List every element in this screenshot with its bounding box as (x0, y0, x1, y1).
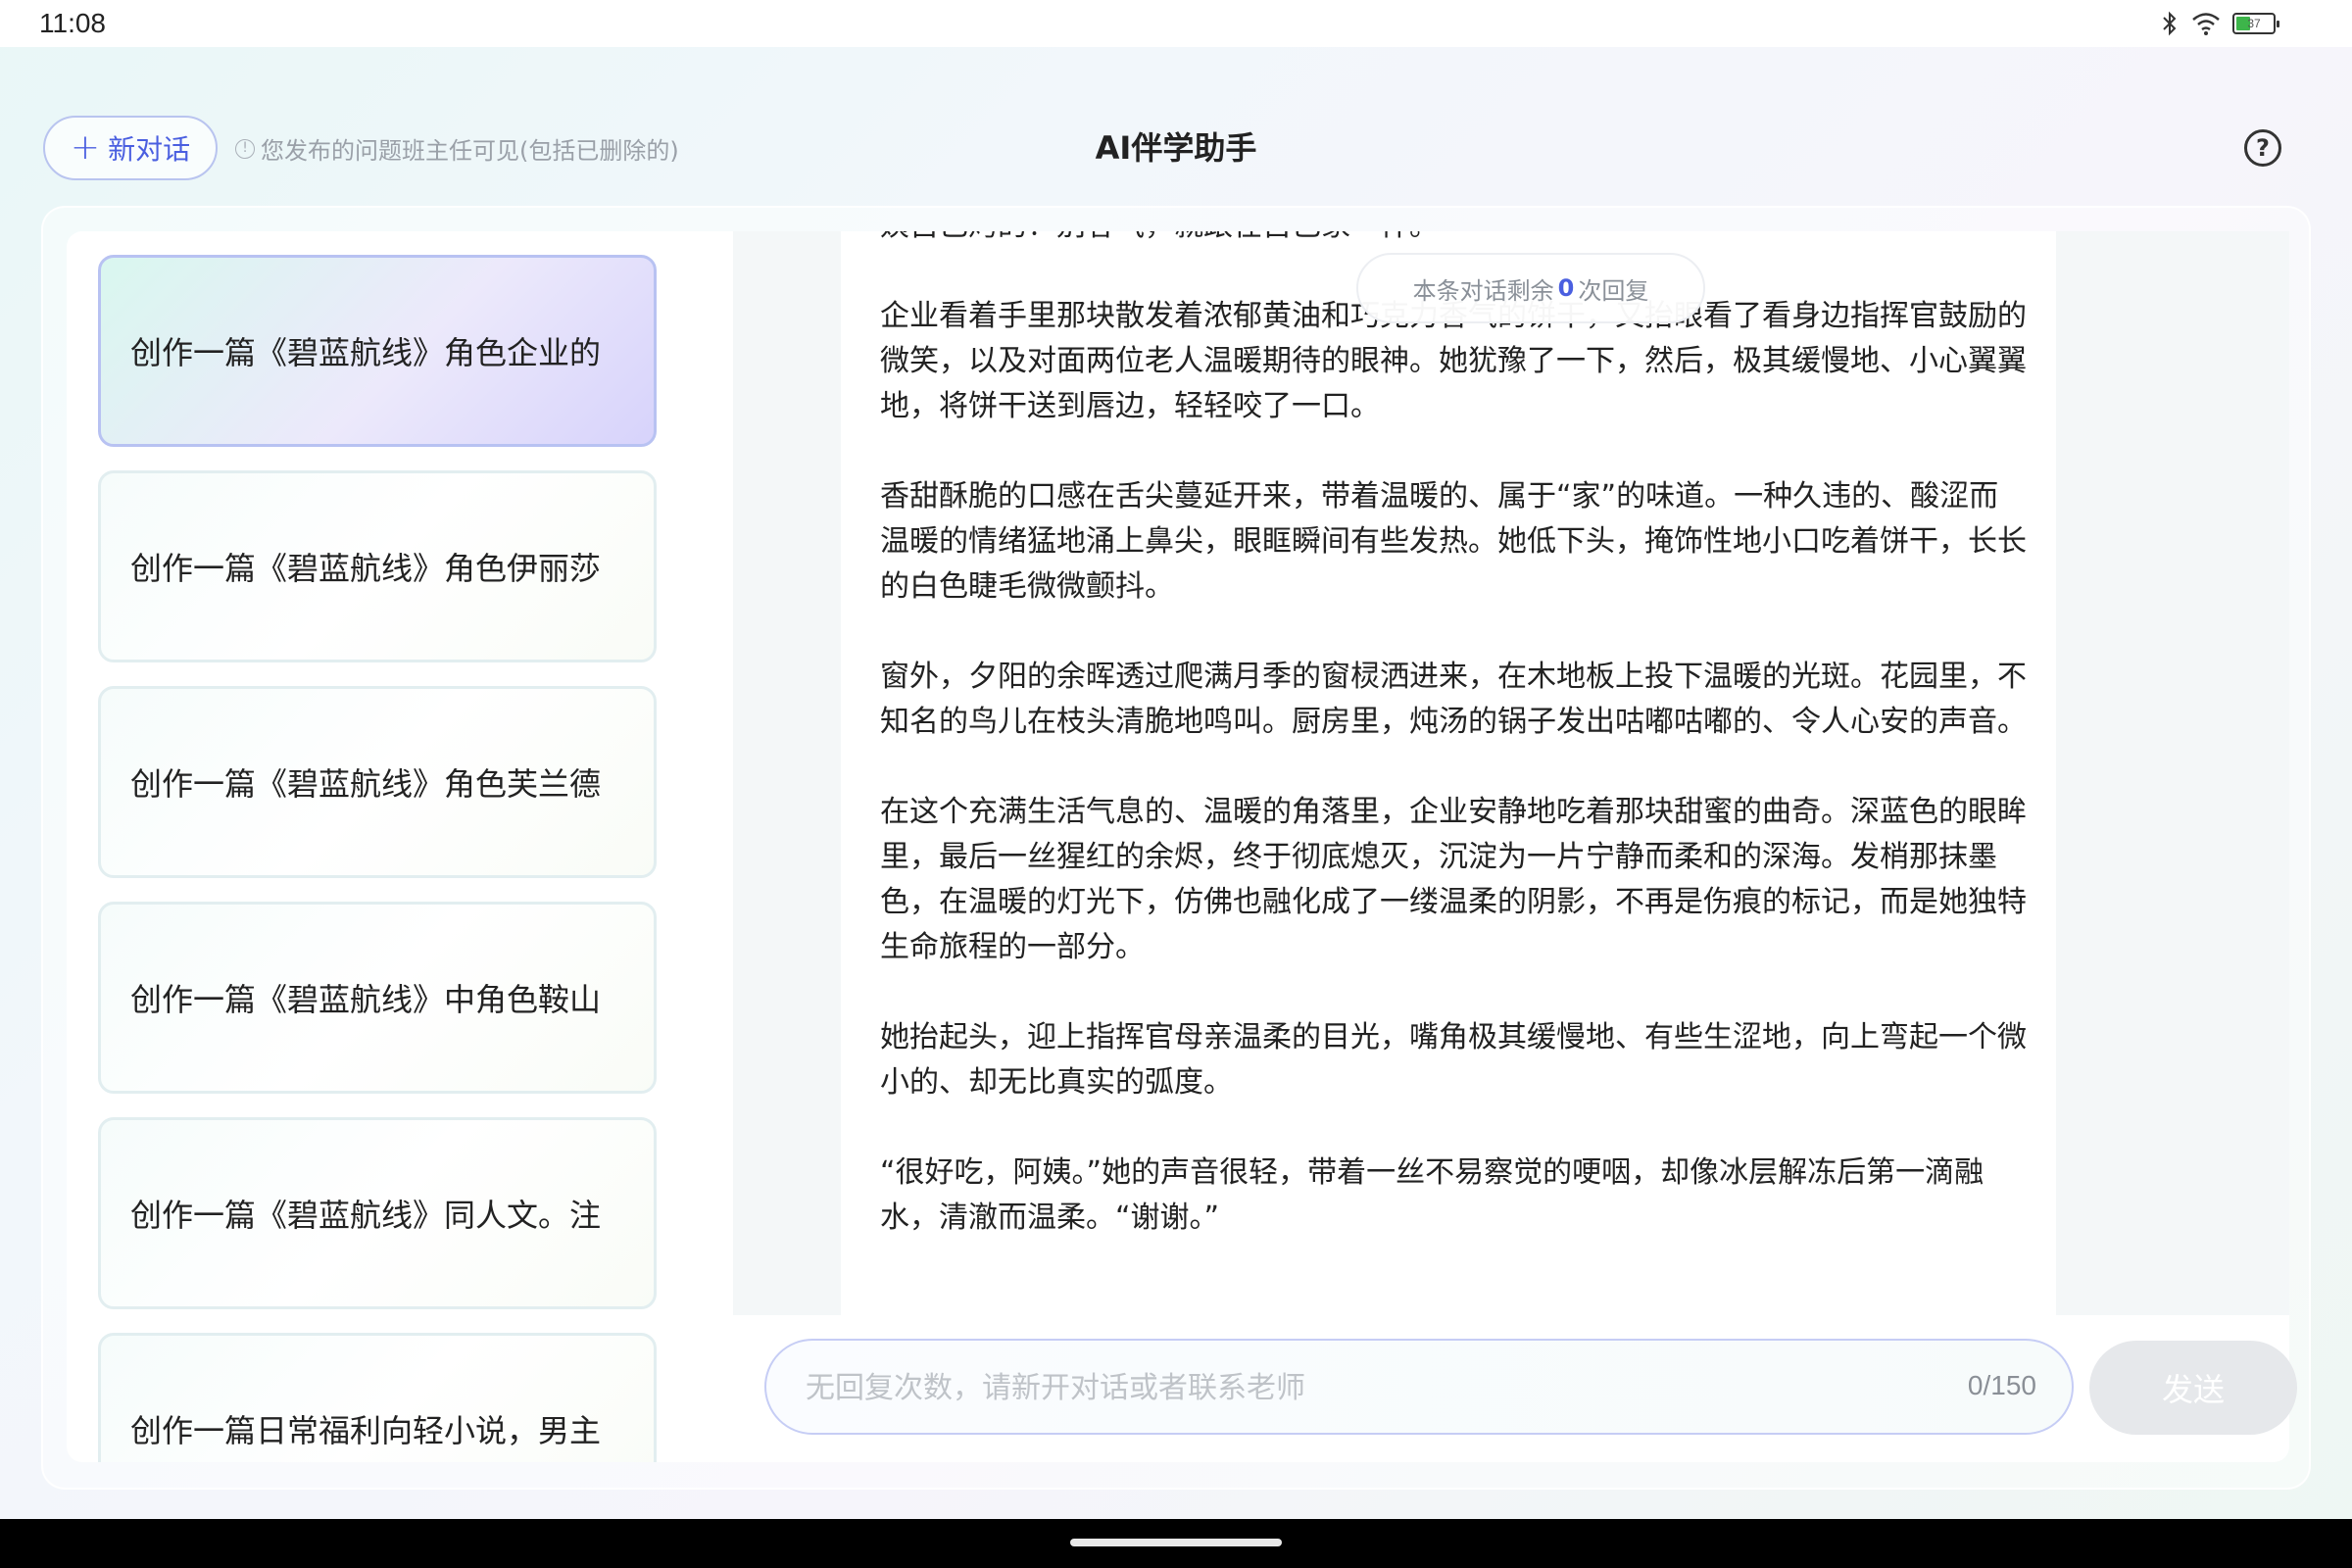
conversation-title: 创作一篇《碧蓝航线》角色芙兰德 (130, 765, 602, 803)
home-indicator[interactable] (1070, 1539, 1282, 1546)
message-content: 姨自己烤的！别客气，就跟在自己家一样。” 企业看着手里那块散发着浓郁黄油和巧克力… (880, 231, 2027, 1286)
char-count: 0/150 (1967, 1370, 2036, 1400)
conversation-title: 创作一篇《碧蓝航线》同人文。注 (130, 1197, 602, 1234)
send-button[interactable]: 发送 (2089, 1341, 2297, 1435)
conversation-item[interactable]: 创作一篇日常福利向轻小说，男主 (98, 1333, 657, 1462)
conversation-item[interactable]: 创作一篇《碧蓝航线》中角色鞍山 (98, 902, 657, 1094)
message-paragraph: 窗外，夕阳的余晖透过爬满月季的窗棂洒进来，在木地板上投下温暖的光斑。花园里，不知… (880, 660, 2027, 739)
conversation-title: 创作一篇《碧蓝航线》中角色鞍山 (130, 981, 602, 1018)
status-icons: 37 (2160, 8, 2279, 39)
help-icon[interactable]: ? (2244, 129, 2281, 167)
message-paragraph: 姨自己烤的！别客气，就跟在自己家一样。” (880, 231, 2027, 249)
chat-area[interactable]: 姨自己烤的！别客气，就跟在自己家一样。” 企业看着手里那块散发着浓郁黄油和巧克力… (733, 231, 2289, 1315)
conversation-item[interactable]: 创作一篇《碧蓝航线》角色企业的 (98, 255, 657, 447)
remaining-suffix: 次回复 (1578, 276, 1649, 305)
remaining-prefix: 本条对话剩余 (1412, 276, 1554, 305)
page-title: AI伴学助手 (1095, 129, 1257, 167)
wifi-icon (2192, 13, 2220, 35)
status-time: 11:08 (39, 8, 106, 38)
conversation-item[interactable]: 创作一篇《碧蓝航线》同人文。注 (98, 1117, 657, 1309)
message-paragraph: “很好吃，阿姨。”她的声音很轻，带着一丝不易察觉的哽咽，却像冰层解冻后第一滴融水… (880, 1155, 1984, 1235)
header: + 新对话 ! 您发布的问题班主任可见(包括已删除的) AI伴学助手 ? (0, 47, 2352, 204)
status-bar: 11:08 37 (0, 0, 2352, 47)
conversation-title: 创作一篇日常福利向轻小说，男主 (130, 1412, 602, 1449)
conversation-list[interactable]: 创作一篇《碧蓝航线》角色企业的 创作一篇《碧蓝航线》角色伊丽莎 创作一篇《碧蓝航… (67, 231, 733, 1462)
assistant-message: 姨自己烤的！别客气，就跟在自己家一样。” 企业看着手里那块散发着浓郁黄油和巧克力… (841, 231, 2056, 1315)
conversation-item[interactable]: 创作一篇《碧蓝航线》角色伊丽莎 (98, 470, 657, 662)
conversation-title: 创作一篇《碧蓝航线》角色企业的 (130, 334, 602, 371)
remaining-replies-badge: 本条对话剩余 0 次回复 (1356, 253, 1705, 323)
message-input[interactable] (804, 1341, 1886, 1435)
system-nav-bar (0, 1519, 2352, 1568)
bluetooth-icon (2163, 11, 2177, 36)
message-input-box[interactable]: 0/150 (764, 1339, 2074, 1435)
main-panel: 创作一篇《碧蓝航线》角色企业的 创作一篇《碧蓝航线》角色伊丽莎 创作一篇《碧蓝航… (41, 206, 2311, 1490)
battery-level: 37 (2247, 17, 2261, 30)
input-row: 0/150 发送 (733, 1315, 2297, 1462)
message-paragraph: 在这个充满生活气息的、温暖的角落里，企业安静地吃着那块甜蜜的曲奇。深蓝色的眼眸里… (880, 795, 2027, 964)
conversation-item[interactable]: 创作一篇《碧蓝航线》角色芙兰德 (98, 686, 657, 878)
battery-icon: 37 (2232, 13, 2279, 34)
remaining-count: 0 (1557, 274, 1575, 302)
message-paragraph: 香甜酥脆的口感在舌尖蔓延开来，带着温暖的、属于“家”的味道。一种久违的、酸涩而温… (880, 479, 2027, 604)
conversation-title: 创作一篇《碧蓝航线》角色伊丽莎 (130, 550, 602, 587)
message-paragraph: 她抬起头，迎上指挥官母亲温柔的目光，嘴角极其缓慢地、有些生涩地，向上弯起一个微小… (880, 1020, 2027, 1100)
